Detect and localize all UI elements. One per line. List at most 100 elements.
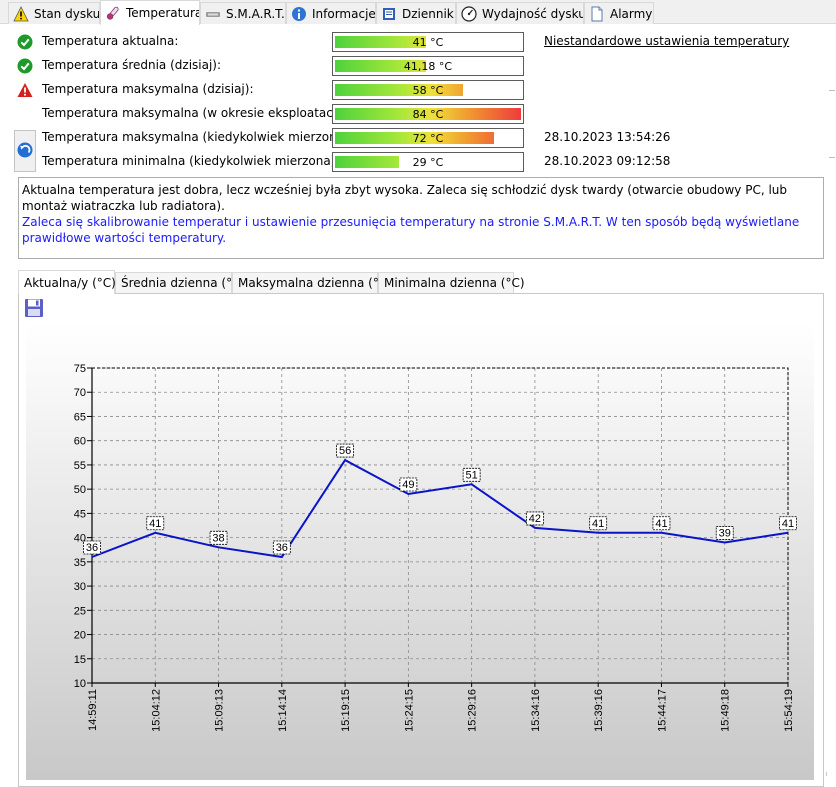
x-tick-label: 15:49:18 <box>720 689 732 732</box>
chart-tab-bar: Aktualna/y (°C) Średnia dzienna (°C) Mak… <box>18 270 824 294</box>
temp-label: Temperatura maksymalna (dzisiaj): <box>42 82 254 96</box>
tab-label: Temperatura <box>126 6 200 20</box>
data-label: 41 <box>782 518 794 530</box>
temp-row-max-ever: Temperatura maksymalna (kiedykolwiek mie… <box>9 127 827 149</box>
check-icon <box>17 58 33 74</box>
x-tick-label: 15:09:13 <box>214 689 226 732</box>
tab-label: Wydajność dysku <box>482 6 584 21</box>
data-label: 41 <box>592 518 604 530</box>
temp-bar: 72 °C <box>332 128 524 148</box>
temp-bar: 41 °C <box>332 32 524 52</box>
y-tick-label: 50 <box>74 484 86 496</box>
gauge-icon <box>461 5 477 22</box>
temperature-line-chart: 101520253035404550556065707514:59:11 15:0… <box>26 324 814 780</box>
temp-label: Temperatura aktualna: <box>42 34 179 48</box>
y-tick-label: 35 <box>74 557 86 569</box>
thermometer-icon <box>105 5 121 21</box>
temp-row-average: Temperatura średnia (dzisiaj): 41,18 °C <box>9 55 827 77</box>
info-icon <box>291 6 307 22</box>
temp-row-max-lifetime: Temperatura maksymalna (w okresie eksplo… <box>9 103 827 125</box>
tab-temperatura[interactable]: Temperatura <box>100 0 200 25</box>
chart-tab-current[interactable]: Aktualna/y (°C) <box>18 270 116 294</box>
temp-label: Temperatura minimalna (kiedykolwiek mier… <box>42 154 340 168</box>
warning-icon <box>13 5 29 22</box>
chart-tab-daily-max[interactable]: Maksymalna dzienna (°C) <box>232 272 392 293</box>
y-tick-label: 10 <box>74 678 86 690</box>
temp-value: 41 °C <box>412 36 444 49</box>
chart-tab-daily-min[interactable]: Minimalna dzienna (°C) <box>378 272 525 293</box>
y-tick-label: 65 <box>74 411 86 423</box>
undo-icon <box>17 142 33 161</box>
temperature-panel: Temperatura aktualna: 41 °C Niestandardo… <box>9 24 827 787</box>
data-label: 56 <box>339 445 351 457</box>
data-label: 41 <box>655 518 667 530</box>
temp-bar: 84 °C <box>332 104 524 124</box>
tab-label: Dziennik <box>402 6 454 21</box>
temp-bar: 41,18 °C <box>332 56 524 76</box>
x-tick-label: 15:39:16 <box>593 689 605 732</box>
save-icon[interactable] <box>24 298 44 318</box>
side-divider <box>829 90 835 91</box>
alert-triangle-icon <box>17 82 33 98</box>
tab-label: S.M.A.R.T. <box>226 6 285 21</box>
check-icon <box>17 34 33 50</box>
main-tab-bar: Stan dysku Temperatura S.M.A.R.T. Inform… <box>0 0 836 25</box>
data-label: 39 <box>719 527 731 539</box>
calibration-hint: Zaleca się skalibrowanie temperatur i us… <box>22 215 800 245</box>
chart-tab-daily-average[interactable]: Średnia dzienna (°C) <box>115 272 245 293</box>
recommendation-text: Aktualna temperatura jest dobra, lecz wc… <box>18 177 824 259</box>
side-divider <box>829 157 835 158</box>
data-label: 49 <box>402 479 414 491</box>
x-tick-label: 14:59:11 <box>87 689 99 731</box>
x-tick-label: 15:44:17 <box>656 689 668 732</box>
data-label: 36 <box>276 542 288 554</box>
x-tick-label: 15:54:19 <box>783 689 795 732</box>
x-tick-label: 15:34:16 <box>530 689 542 732</box>
tab-informacje[interactable]: Informacje <box>286 2 376 24</box>
temp-value: 84 °C <box>412 108 444 121</box>
data-label: 38 <box>212 532 224 544</box>
y-tick-label: 55 <box>74 460 86 472</box>
y-tick-label: 20 <box>74 630 86 642</box>
x-tick-label: 15:04:12 <box>150 689 162 732</box>
temp-value: 58 °C <box>412 84 444 97</box>
data-label: 41 <box>149 518 161 530</box>
temp-date: 28.10.2023 09:12:58 <box>544 154 671 168</box>
tab-smart[interactable]: S.M.A.R.T. <box>200 2 286 24</box>
y-tick-label: 25 <box>74 605 86 617</box>
data-label: 51 <box>466 469 478 481</box>
tab-label: Informacje <box>312 6 376 21</box>
temp-date: 28.10.2023 13:54:26 <box>544 130 671 144</box>
x-tick-label: 15:14:14 <box>277 689 289 732</box>
temp-row-max-today: Temperatura maksymalna (dzisiaj): 58 °C <box>9 79 827 101</box>
x-tick-label: 15:29:16 <box>467 689 479 732</box>
journal-icon <box>381 6 397 22</box>
temp-row-min-ever: Temperatura minimalna (kiedykolwiek mier… <box>9 151 827 173</box>
y-tick-label: 15 <box>74 654 86 666</box>
temp-label: Temperatura maksymalna (w okresie eksplo… <box>42 106 349 120</box>
custom-temperature-settings-link[interactable]: Niestandardowe ustawienia temperatury <box>544 34 789 48</box>
temp-bar: 29 °C <box>332 152 524 172</box>
tab-alarmy[interactable]: Alarmy <box>584 2 654 24</box>
x-tick-label: 15:19:15 <box>340 689 352 732</box>
tab-stan-dysku[interactable]: Stan dysku <box>8 2 100 24</box>
temp-label: Temperatura maksymalna (kiedykolwiek mie… <box>42 130 353 144</box>
temp-value: 72 °C <box>412 132 444 145</box>
temp-bar: 58 °C <box>332 80 524 100</box>
tab-dziennik[interactable]: Dziennik <box>376 2 456 24</box>
temp-value: 41,18 °C <box>403 60 453 73</box>
reset-button[interactable] <box>14 130 36 172</box>
data-label: 36 <box>86 542 98 554</box>
y-tick-label: 30 <box>74 581 86 593</box>
temp-label: Temperatura średnia (dzisiaj): <box>42 58 222 72</box>
recommendation-line: Aktualna temperatura jest dobra, lecz wc… <box>22 183 788 213</box>
temp-row-current: Temperatura aktualna: 41 °C Niestandardo… <box>9 31 827 53</box>
temp-value: 29 °C <box>412 156 444 169</box>
y-tick-label: 75 <box>74 363 86 375</box>
y-tick-label: 60 <box>74 436 86 448</box>
y-tick-label: 70 <box>74 387 86 399</box>
tab-label: Alarmy <box>610 6 653 21</box>
tab-wydajnosc-dysku[interactable]: Wydajność dysku <box>456 2 584 24</box>
tab-label: Stan dysku <box>34 6 100 21</box>
document-icon <box>589 6 605 22</box>
